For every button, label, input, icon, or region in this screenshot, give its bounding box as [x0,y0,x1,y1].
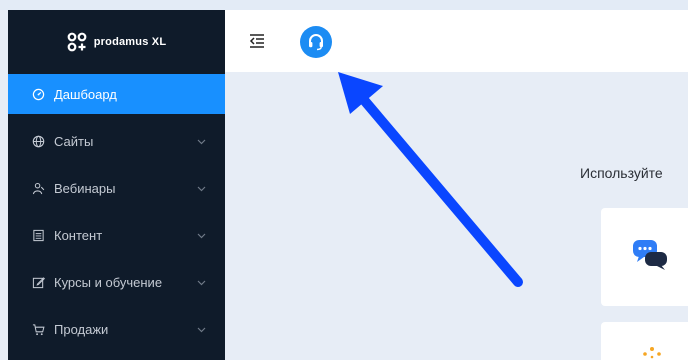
sparkle-icon [643,347,661,359]
top-header [225,10,688,72]
feature-card[interactable] [601,322,688,360]
chevron-down-icon [196,231,206,241]
sidebar-item-dashboard[interactable]: Дашбоард [8,74,225,114]
sidebar-item-label: Дашбоард [54,86,117,102]
collapse-menu-icon[interactable] [248,32,266,50]
logo[interactable]: prodamus XL [8,10,225,74]
webinar-icon [30,181,46,197]
sidebar-item-label: Контент [54,228,103,243]
chevron-down-icon [196,325,206,335]
dashboard-icon [30,86,46,102]
edit-icon [30,275,46,291]
chevron-down-icon [196,137,206,147]
cart-icon [30,322,46,338]
sidebar-item-courses[interactable]: Курсы и обучение [8,259,225,306]
sidebar-item-sales[interactable]: Продажи [8,306,225,353]
sidebar: prodamus XL Дашбоард Сайты Вебинары Конт… [8,10,225,360]
chevron-down-icon [196,278,206,288]
sidebar-item-label: Продажи [54,322,109,337]
chevron-down-icon [196,184,206,194]
sidebar-item-label: Вебинары [54,181,116,196]
hint-text: Используйте [580,165,663,181]
sidebar-item-content[interactable]: Контент [8,212,225,259]
sidebar-item-label: Сайты [54,134,94,149]
globe-icon [30,134,46,150]
logo-icon [67,32,87,52]
sidebar-menu: Дашбоард Сайты Вебинары Контент Курсы и … [8,74,225,353]
sidebar-item-webinars[interactable]: Вебинары [8,165,225,212]
support-button[interactable] [300,26,332,58]
sidebar-item-sites[interactable]: Сайты [8,118,225,165]
logo-text: prodamus XL [93,36,167,48]
top-strip [0,0,688,10]
chat-bubbles-icon [633,240,667,270]
feature-card[interactable] [601,208,688,306]
content-icon [30,228,46,244]
sidebar-item-label: Курсы и обучение [54,275,163,290]
headset-icon [309,34,323,51]
